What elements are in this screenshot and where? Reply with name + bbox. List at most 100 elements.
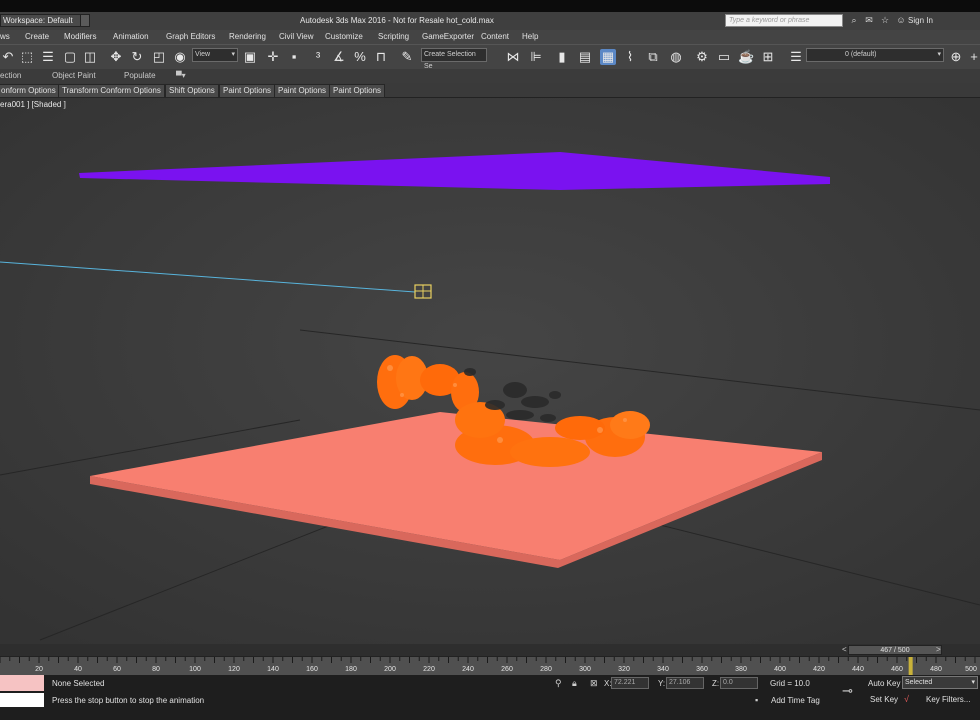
rectangular-selection-icon[interactable]: ▢ bbox=[62, 49, 78, 65]
move-icon[interactable]: ✥ bbox=[108, 49, 124, 65]
track-bar-ticks bbox=[0, 657, 976, 676]
curve-editor-icon[interactable]: ⌇ bbox=[622, 49, 638, 65]
y-coordinate-field[interactable]: 27.106 bbox=[666, 677, 704, 689]
menu-animation[interactable]: Animation bbox=[113, 32, 149, 41]
menu-graph-editors[interactable]: Graph Editors bbox=[166, 32, 215, 41]
add-time-tag-button[interactable]: Add Time Tag bbox=[771, 696, 820, 705]
menu-gameexporter[interactable]: GameExporter bbox=[422, 32, 474, 41]
named-selection-set-combo[interactable]: Create Selection Se bbox=[421, 48, 487, 70]
angle-snap-icon[interactable]: ∡ bbox=[331, 49, 347, 65]
reference-coordinate-value: View bbox=[195, 51, 211, 58]
render-iterative-icon[interactable]: ⊞ bbox=[760, 49, 776, 65]
render-production-icon[interactable]: ☕ bbox=[738, 49, 754, 65]
absolute-mode-icon[interactable]: ⊠ bbox=[590, 678, 598, 689]
spinner-snap-icon[interactable]: ⊓ bbox=[373, 49, 389, 65]
tick-label: 100 bbox=[189, 666, 201, 673]
current-frame-marker[interactable] bbox=[908, 657, 913, 676]
layer-combo[interactable]: 0 (default) ▾ bbox=[806, 48, 944, 62]
shift-options-tab[interactable]: Shift Options bbox=[165, 84, 219, 98]
select-object-icon[interactable]: ⬚ bbox=[19, 49, 35, 65]
frame-counter[interactable]: 467 / 500 bbox=[848, 645, 942, 655]
chevron-down-icon: ▾ bbox=[971, 679, 975, 686]
select-and-manipulate-icon[interactable]: ✛ bbox=[265, 49, 281, 65]
workspace-button[interactable] bbox=[80, 14, 90, 27]
z-coordinate-field[interactable]: 0.0 bbox=[720, 677, 758, 689]
workspace-dropdown[interactable]: Workspace: Default ▾ bbox=[0, 14, 88, 27]
place-icon[interactable]: ◉ bbox=[172, 49, 188, 65]
tick-label: 500 bbox=[965, 666, 977, 673]
layer-manager-icon[interactable]: ▮ bbox=[554, 49, 570, 65]
x-coordinate-field[interactable]: 72.221 bbox=[611, 677, 649, 689]
tick-label: 220 bbox=[423, 666, 435, 673]
ribbon-toggle-icon[interactable]: ▀▾ bbox=[176, 71, 186, 80]
keyboard-shortcut-override-icon[interactable]: ▪ bbox=[286, 49, 302, 65]
reference-coordinate-combo[interactable]: View ▾ bbox=[192, 48, 238, 62]
maxscript-mini-listener[interactable] bbox=[0, 693, 44, 707]
select-by-name-icon[interactable]: ☰ bbox=[40, 49, 56, 65]
window-crossing-icon[interactable]: ◫ bbox=[82, 49, 98, 65]
add-to-layer-icon[interactable]: + bbox=[966, 49, 980, 65]
chevron-down-icon: ▾ bbox=[231, 51, 235, 58]
align-icon[interactable]: ⊫ bbox=[528, 49, 544, 65]
menu-customize[interactable]: Customize bbox=[325, 32, 363, 41]
mirror-icon[interactable]: ⋈ bbox=[505, 49, 521, 65]
menu-modifiers[interactable]: Modifiers bbox=[64, 32, 96, 41]
paint-options-tab-3[interactable]: Paint Options bbox=[329, 84, 386, 98]
binoculars-icon[interactable]: ⌕ bbox=[849, 15, 859, 25]
ribbon-tab-selection[interactable]: ection bbox=[0, 71, 21, 80]
menu-content[interactable]: Content bbox=[481, 32, 509, 41]
star-icon[interactable]: ☆ bbox=[880, 15, 890, 25]
layer-toolbar-icon[interactable]: ☰ bbox=[788, 49, 804, 65]
material-editor-icon[interactable]: ◍ bbox=[668, 49, 684, 65]
undo-icon[interactable]: ↶ bbox=[0, 49, 16, 65]
maxscript-listener[interactable] bbox=[0, 675, 44, 691]
keyword-search-input[interactable]: Type a keyword or phrase bbox=[725, 14, 843, 27]
edit-named-selection-icon[interactable]: ✎ bbox=[399, 49, 415, 65]
key-mode-combo[interactable]: Selected ▾ bbox=[902, 676, 978, 689]
camera-viewport[interactable]: era001 ] [Shaded ] bbox=[0, 98, 980, 644]
conform-options-tab[interactable]: onform Options bbox=[0, 84, 60, 98]
set-key-button[interactable]: Set Key bbox=[870, 695, 898, 704]
percent-snap-icon[interactable]: % bbox=[352, 49, 368, 65]
graphite-ribbon-icon[interactable]: ▦ bbox=[600, 49, 616, 65]
key-filters-button[interactable]: Key Filters... bbox=[926, 695, 970, 704]
next-frame-icon[interactable]: > bbox=[936, 645, 941, 654]
time-slider[interactable]: < 467 / 500 > bbox=[0, 644, 980, 656]
paint-options-tab-2[interactable]: Paint Options bbox=[274, 84, 331, 98]
sign-in-link[interactable]: Sign In bbox=[908, 16, 933, 25]
tick-label: 40 bbox=[74, 666, 82, 673]
lock-icon[interactable]: 🔒︎ bbox=[572, 678, 577, 689]
track-bar[interactable]: 20 40 60 80 100 120 140 160 180 200 220 240 260 280 30… bbox=[0, 656, 980, 677]
render-setup-icon[interactable]: ⚙ bbox=[694, 49, 710, 65]
set-keys-icon[interactable]: ⊸ bbox=[842, 683, 853, 699]
menu-civil-view[interactable]: Civil View bbox=[279, 32, 314, 41]
menu-rendering[interactable]: Rendering bbox=[229, 32, 266, 41]
tick-label: 20 bbox=[35, 666, 43, 673]
pivot-center-icon[interactable]: ▣ bbox=[242, 49, 258, 65]
rendered-frame-window-icon[interactable]: ▭ bbox=[716, 49, 732, 65]
subscription-icon[interactable]: ✉ bbox=[864, 15, 874, 25]
ribbon: ection Object Paint Populate ▀▾ bbox=[0, 69, 980, 83]
menu-create[interactable]: Create bbox=[25, 32, 49, 41]
time-tag-icon[interactable]: ▪ bbox=[755, 695, 758, 705]
menu-scripting[interactable]: Scripting bbox=[378, 32, 409, 41]
menu-windows[interactable]: ws bbox=[0, 32, 10, 41]
rotate-icon[interactable]: ↻ bbox=[129, 49, 145, 65]
prev-frame-icon[interactable]: < bbox=[842, 645, 847, 654]
user-icon[interactable]: ☺ bbox=[896, 15, 906, 25]
main-toolbar: ↶ ⬚ ☰ ▢ ◫ ✥ ↻ ◰ ◉ View ▾ ▣ ✛ ▪ ³ ∡ % ⊓ ✎… bbox=[0, 44, 980, 70]
schematic-view-icon[interactable]: ⧉ bbox=[645, 49, 661, 65]
snaps-toggle-icon[interactable]: ³ bbox=[310, 49, 326, 65]
transform-conform-options-tab[interactable]: Transform Conform Options bbox=[58, 84, 165, 98]
create-layer-icon[interactable]: ⊕ bbox=[948, 49, 964, 65]
menu-help[interactable]: Help bbox=[522, 32, 538, 41]
key-mode-toggle-icon[interactable]: √ bbox=[904, 694, 909, 704]
ribbon-tab-populate[interactable]: Populate bbox=[124, 71, 156, 80]
viewport-label[interactable]: era001 ] [Shaded ] bbox=[0, 100, 66, 109]
scale-icon[interactable]: ◰ bbox=[151, 49, 167, 65]
isolate-icon[interactable]: ⚲ bbox=[555, 678, 562, 689]
paint-options-tab-1[interactable]: Paint Options bbox=[219, 84, 276, 98]
auto-key-button[interactable]: Auto Key bbox=[868, 679, 900, 688]
ribbon-tab-object-paint[interactable]: Object Paint bbox=[52, 71, 96, 80]
scene-explorer-icon[interactable]: ▤ bbox=[577, 49, 593, 65]
